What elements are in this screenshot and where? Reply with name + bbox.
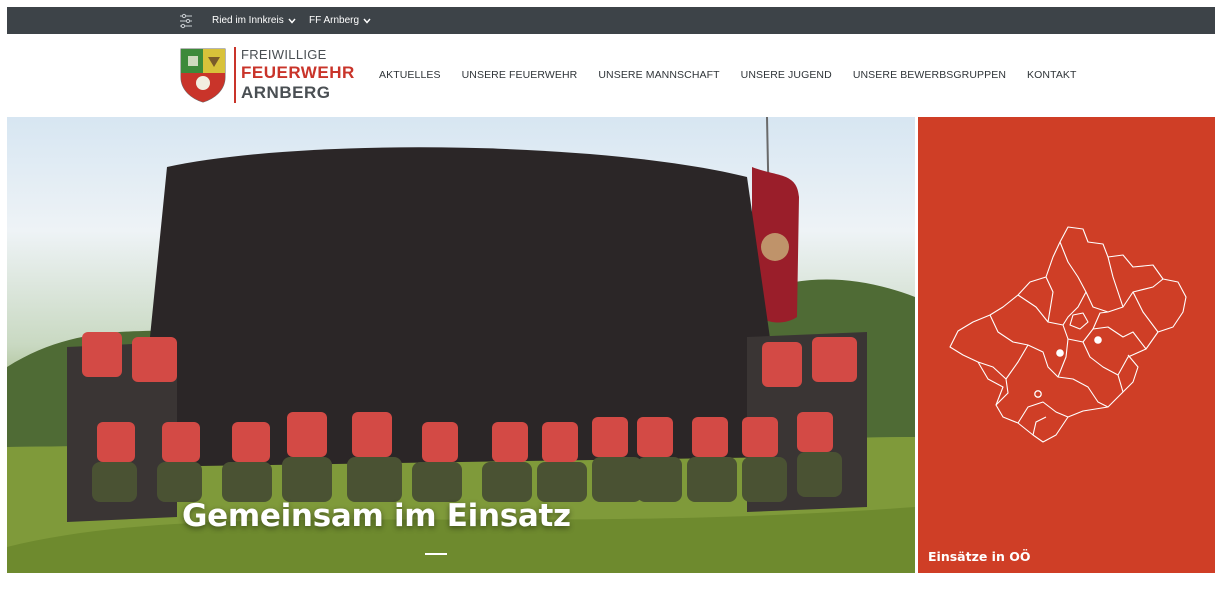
chevron-down-icon [363, 18, 371, 24]
nav-item-aktuelles[interactable]: AKTUELLES [379, 69, 441, 81]
einsaetze-map-box[interactable]: Einsätze in OÖ [918, 117, 1215, 573]
sliders-icon[interactable] [178, 13, 194, 29]
logo-divider [234, 47, 236, 103]
slide-indicator[interactable] [425, 553, 447, 555]
nav-item-unsere-mannschaft[interactable]: UNSERE MANNSCHAFT [598, 69, 719, 81]
logo-line-3: ARNBERG [241, 83, 331, 102]
site-header: FREIWILLIGE FEUERWEHR ARNBERG AKTUELLES … [7, 34, 1215, 116]
hero-title: Gemeinsam im Einsatz [182, 498, 571, 534]
logo-line-2: FEUERWEHR [241, 63, 355, 82]
nav-item-unsere-bewerbsgruppen[interactable]: UNSERE BEWERBSGRUPPEN [853, 69, 1006, 81]
coat-of-arms-icon [180, 48, 226, 103]
upper-austria-map[interactable] [918, 117, 1215, 573]
main-nav: AKTUELLES UNSERE FEUERWEHR UNSERE MANNSC… [379, 69, 1077, 81]
einsaetze-label: Einsätze in OÖ [928, 549, 1031, 564]
top-bar: Ried im Innkreis FF Arnberg [7, 7, 1215, 34]
nav-item-kontakt[interactable]: KONTAKT [1027, 69, 1077, 81]
nav-item-unsere-feuerwehr[interactable]: UNSERE FEUERWEHR [462, 69, 578, 81]
brigade-dropdown[interactable]: FF Arnberg [309, 15, 371, 26]
nav-item-unsere-jugend[interactable]: UNSERE JUGEND [741, 69, 832, 81]
logo-line-1: FREIWILLIGE [241, 47, 327, 62]
site-logo[interactable]: FREIWILLIGE FEUERWEHR ARNBERG [179, 47, 359, 105]
location-dropdown[interactable]: Ried im Innkreis [212, 15, 296, 26]
brigade-dropdown-label: FF Arnberg [309, 15, 360, 26]
hero-slider[interactable]: Gemeinsam im Einsatz [7, 117, 915, 573]
location-dropdown-label: Ried im Innkreis [212, 15, 284, 26]
chevron-down-icon [288, 18, 296, 24]
